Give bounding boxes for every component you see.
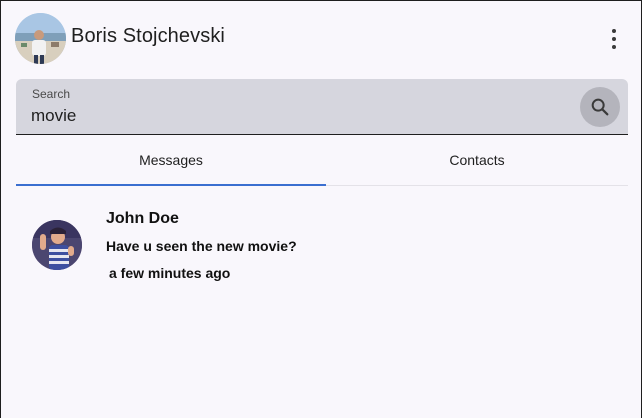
search-input[interactable] bbox=[31, 104, 571, 128]
menu-dot bbox=[612, 45, 616, 49]
conversation-item[interactable]: John Doe Have u seen the new movie? a fe… bbox=[16, 196, 628, 296]
user-name: Boris Stojchevski bbox=[71, 25, 225, 47]
last-message: Have u seen the new movie? bbox=[106, 238, 297, 254]
contact-avatar bbox=[32, 220, 82, 270]
kebab-menu-icon[interactable] bbox=[609, 29, 619, 49]
search-button[interactable] bbox=[580, 87, 620, 127]
tab-bar: Messages Contacts bbox=[16, 135, 628, 186]
user-avatar[interactable] bbox=[15, 13, 66, 64]
tab-messages[interactable]: Messages bbox=[16, 135, 326, 186]
message-time: a few minutes ago bbox=[109, 265, 231, 281]
user-photo-icon bbox=[15, 13, 66, 64]
menu-dot bbox=[612, 37, 616, 41]
contact-name: John Doe bbox=[106, 210, 179, 227]
search-icon bbox=[591, 98, 609, 116]
menu-dot bbox=[612, 29, 616, 33]
chat-app: Boris Stojchevski Search Messages Contac… bbox=[0, 0, 642, 418]
tab-contacts[interactable]: Contacts bbox=[326, 135, 628, 185]
search-label: Search bbox=[32, 87, 71, 101]
search-field[interactable]: Search bbox=[16, 79, 628, 135]
header: Boris Stojchevski bbox=[1, 1, 641, 73]
contact-photo-icon bbox=[32, 220, 82, 270]
